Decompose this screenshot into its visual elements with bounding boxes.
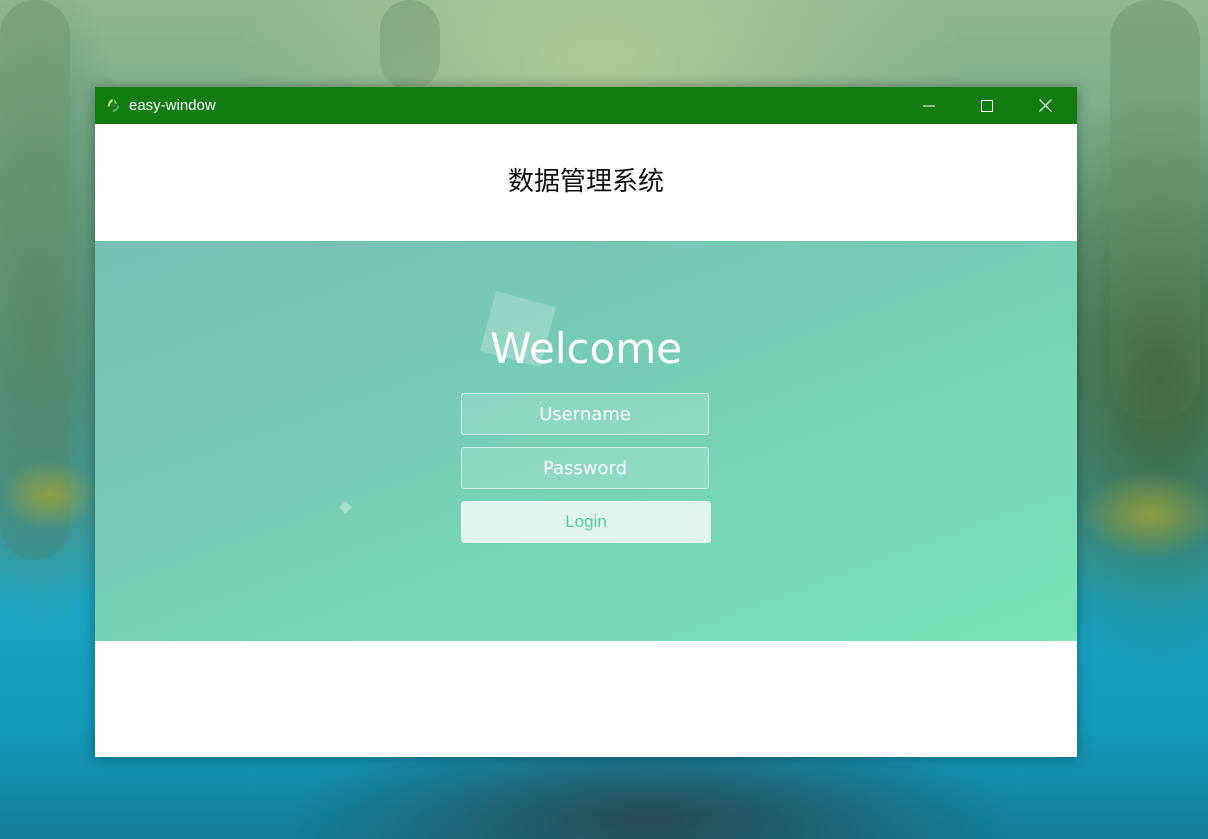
minimize-icon bbox=[923, 105, 935, 106]
page-header: 数据管理系统 bbox=[95, 124, 1077, 241]
maximize-icon bbox=[981, 99, 993, 112]
close-button[interactable] bbox=[1017, 87, 1073, 124]
login-panel: Welcome Login bbox=[95, 241, 1077, 641]
close-icon bbox=[1038, 99, 1052, 112]
maximize-button[interactable] bbox=[959, 87, 1015, 124]
welcome-heading: Welcome bbox=[489, 324, 683, 373]
login-button[interactable]: Login bbox=[461, 501, 711, 543]
wallpaper-foliage bbox=[1080, 470, 1208, 560]
page-title: 数据管理系统 bbox=[507, 167, 664, 197]
recycle-icon bbox=[107, 97, 120, 113]
username-input[interactable] bbox=[461, 393, 709, 435]
page-footer bbox=[95, 641, 1077, 757]
wallpaper-tree bbox=[380, 0, 440, 90]
decorative-diamond bbox=[339, 501, 352, 514]
app-window: easy-window 数据管理系统 Welcome Login bbox=[95, 87, 1077, 757]
window-title: easy-window bbox=[129, 97, 216, 114]
title-bar[interactable]: easy-window bbox=[95, 87, 1077, 124]
wallpaper-foliage bbox=[0, 460, 100, 530]
password-input[interactable] bbox=[461, 447, 709, 489]
wallpaper-tree bbox=[1110, 0, 1200, 420]
minimize-button[interactable] bbox=[901, 87, 957, 124]
